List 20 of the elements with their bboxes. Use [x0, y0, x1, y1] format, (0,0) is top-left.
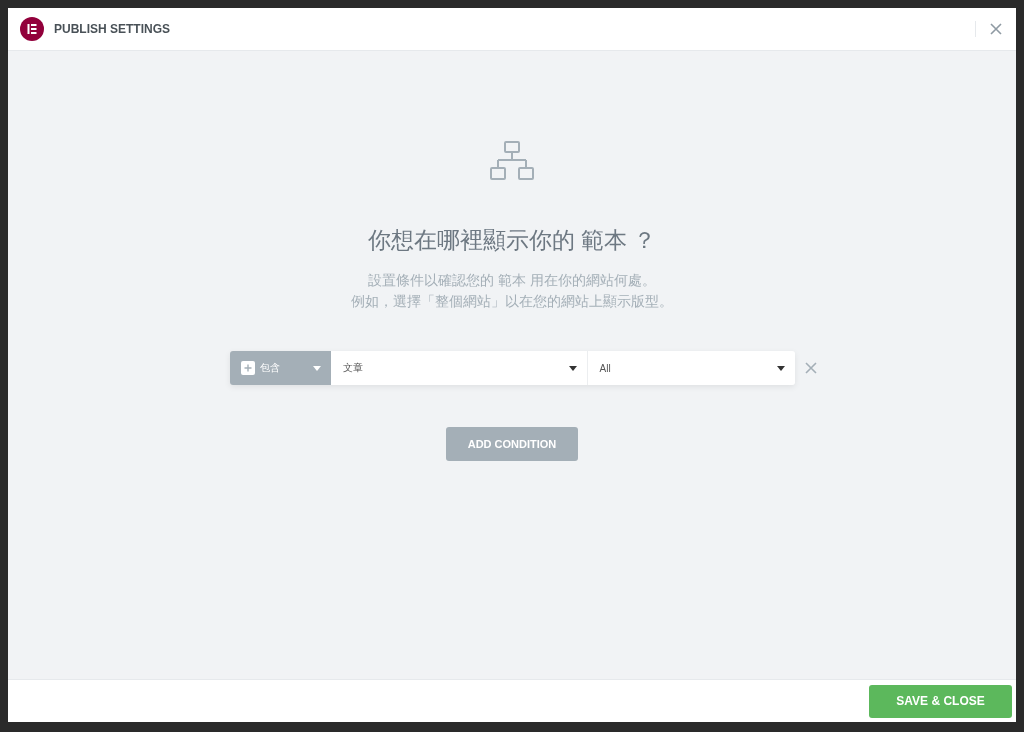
condition-dropdown[interactable]: 文章	[330, 351, 588, 385]
logo-icon	[20, 17, 44, 41]
include-label: 包含	[259, 361, 281, 375]
sub-condition-dropdown[interactable]: All	[587, 351, 795, 385]
dialog-title: PUBLISH SETTINGS	[54, 22, 170, 36]
remove-icon[interactable]	[804, 362, 817, 374]
sub-condition-value: All	[599, 362, 612, 374]
save-close-button[interactable]: SAVE & CLOSE	[869, 684, 1012, 718]
plus-icon	[240, 361, 255, 375]
caret-icon	[568, 365, 577, 371]
condition-value: 文章	[342, 361, 364, 375]
include-dropdown[interactable]: 包含	[229, 351, 331, 385]
heading: 你想在哪裡顯示你的 範本 ？	[367, 226, 657, 255]
close-icon[interactable]	[990, 23, 1002, 35]
caret-icon	[776, 365, 785, 371]
caret-icon	[312, 365, 321, 371]
sitemap-icon	[490, 141, 534, 181]
description-text: 例如，選擇「整個網站」以在您的網站上顯示版型。	[351, 293, 673, 311]
add-condition-button[interactable]: ADD CONDITION	[446, 427, 578, 461]
description-text: 設置條件以確認您的 範本 用在你的網站何處。	[368, 272, 656, 290]
